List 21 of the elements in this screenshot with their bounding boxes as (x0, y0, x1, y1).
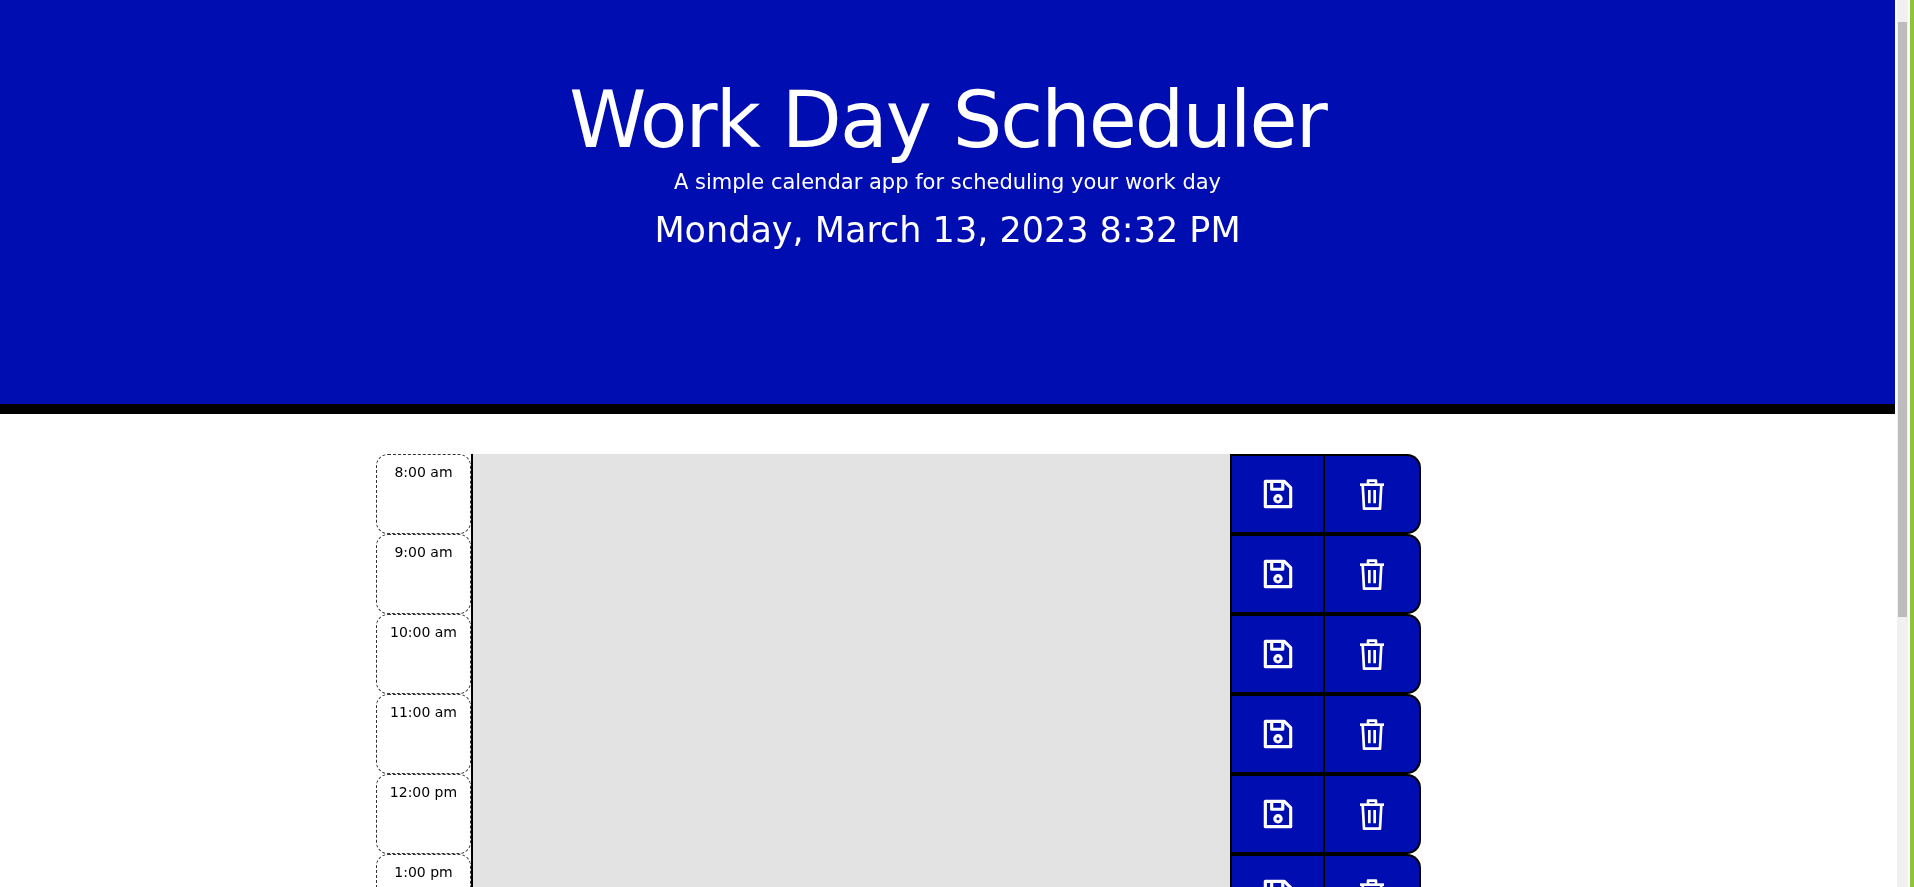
hour-label: 11:00 am (390, 703, 457, 721)
save-button[interactable] (1230, 534, 1325, 614)
hour-label: 1:00 pm (394, 863, 453, 881)
delete-button[interactable] (1325, 614, 1421, 694)
current-date: Monday, March 13, 2023 8:32 PM (654, 209, 1241, 252)
hour-label: 10:00 am (390, 623, 457, 641)
scrollbar[interactable] (1897, 0, 1908, 887)
save-button[interactable] (1230, 454, 1325, 534)
event-input[interactable] (471, 454, 1230, 534)
delete-button[interactable] (1325, 454, 1421, 534)
hour-label: 12:00 pm (389, 783, 458, 801)
hour-label: 8:00 am (394, 463, 453, 481)
delete-button[interactable] (1325, 774, 1421, 854)
save-button[interactable] (1230, 694, 1325, 774)
save-button[interactable] (1230, 774, 1325, 854)
save-button[interactable] (1230, 614, 1325, 694)
delete-button[interactable] (1325, 694, 1421, 774)
page-subtitle: A simple calendar app for scheduling your work day (673, 169, 1222, 196)
hour-label: 9:00 am (394, 543, 453, 561)
delete-button[interactable] (1325, 534, 1421, 614)
page-title: Work Day Scheduler (569, 74, 1326, 167)
